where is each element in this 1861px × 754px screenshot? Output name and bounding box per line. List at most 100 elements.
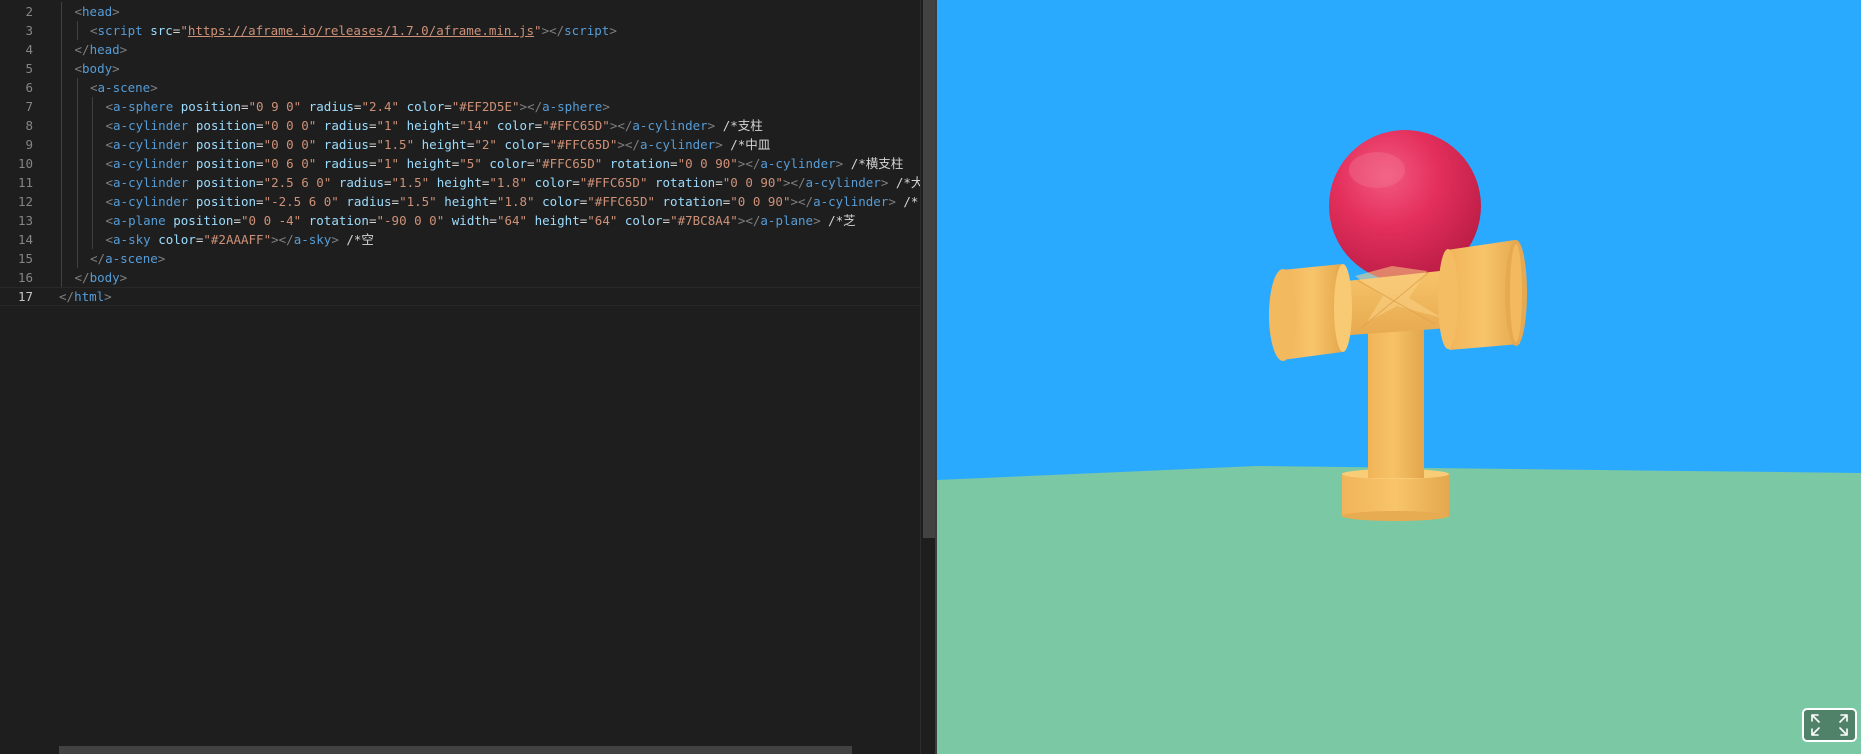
code-token-punc: <: [74, 4, 83, 19]
indent-guide: [61, 154, 62, 173]
indent-guide: [76, 249, 78, 268]
code-token-eq: [188, 194, 196, 209]
line-code[interactable]: </html>: [59, 288, 920, 305]
horizontal-scrollbar[interactable]: [59, 746, 852, 754]
code-line[interactable]: 10 <a-cylinder position="0 6 0" radius="1…: [0, 154, 920, 173]
code-token-tag: a-sky: [113, 232, 151, 247]
indent-guide: [61, 78, 62, 97]
vertical-scrollbar[interactable]: [920, 0, 936, 754]
code-token-str: "1.5": [391, 175, 430, 190]
code-line[interactable]: 5 <body>: [0, 59, 920, 78]
code-token-punc: <: [90, 23, 98, 38]
line-code[interactable]: </a-scene>: [59, 249, 920, 268]
code-lines[interactable]: 1<html>2<head>3<script src="https://afra…: [0, 0, 920, 754]
code-token-eq: =: [670, 156, 678, 171]
fullscreen-button[interactable]: [1802, 708, 1857, 742]
code-token-punc: >: [119, 270, 128, 285]
code-token-attr: position: [173, 213, 234, 228]
code-token-eq: =: [662, 213, 671, 228]
line-code[interactable]: <a-sphere position="0 9 0" radius="2.4" …: [59, 97, 920, 116]
code-line[interactable]: 9 <a-cylinder position="0 0 0" radius="1.…: [0, 135, 920, 154]
line-code[interactable]: <a-cylinder position="0 6 0" radius="1" …: [59, 154, 920, 173]
code-token-tag: a-cylinder: [113, 175, 189, 190]
code-token-attr: radius: [308, 99, 354, 114]
line-code[interactable]: <a-scene>: [59, 78, 920, 97]
indent-guide: [76, 135, 78, 154]
code-token-punc: >: [813, 213, 821, 228]
code-token-attr: color: [542, 194, 580, 209]
code-line[interactable]: 2 <head>: [0, 2, 920, 21]
code-line[interactable]: 16 </body>: [0, 268, 920, 287]
indent-guide: [61, 40, 62, 59]
code-line[interactable]: 14 <a-sky color="#2AAAFF"></a-sky> /*空: [0, 230, 920, 249]
code-line[interactable]: 6 <a-scene>: [0, 78, 920, 97]
code-token-attr: radius: [346, 194, 392, 209]
code-token-tag: a-cylinder: [805, 175, 881, 190]
code-token-eq: [188, 137, 196, 152]
code-token-punc: ></: [271, 232, 294, 247]
code-token-eq: =: [489, 194, 497, 209]
code-token-punc: <: [74, 61, 83, 76]
code-token-attr: height: [444, 194, 490, 209]
code-editor[interactable]: 1<html>2<head>3<script src="https://afra…: [0, 0, 920, 754]
code-line[interactable]: 17 </html>: [0, 287, 920, 306]
line-code[interactable]: <a-cylinder position="0 0 0" radius="1" …: [59, 116, 920, 135]
code-token-eq: [316, 156, 324, 171]
scene-preview[interactable]: [937, 0, 1861, 754]
code-token-eq: [489, 118, 497, 133]
line-code[interactable]: </body>: [59, 268, 920, 287]
code-token-punc: >: [112, 61, 120, 76]
code-token-tag: a-cylinder: [113, 194, 189, 209]
line-code[interactable]: <script src="https://aframe.io/releases/…: [59, 21, 920, 40]
code-token-eq: [188, 156, 196, 171]
code-line[interactable]: 4 </head>: [0, 40, 920, 59]
code-token-punc: <: [105, 118, 114, 133]
code-token-str: "0 6 0": [263, 156, 317, 171]
code-token-eq: [647, 175, 655, 190]
line-code[interactable]: <a-cylinder position="2.5 6 0" radius="1…: [59, 173, 920, 192]
line-number: 17: [17, 289, 33, 304]
code-token-tag: body: [89, 270, 120, 285]
code-token-eq: =: [233, 213, 241, 228]
indent-guide: [76, 21, 78, 40]
code-token-punc: >: [104, 289, 112, 304]
line-number: 5: [25, 61, 33, 76]
code-line[interactable]: 15 </a-scene>: [0, 249, 920, 268]
indent-guide: [92, 97, 93, 116]
code-token-attr: position: [195, 194, 257, 209]
code-token-eq: =: [489, 213, 497, 228]
fullscreen-icon: [1811, 714, 1848, 736]
code-line[interactable]: 13 <a-plane position="0 0 -4" rotation="-…: [0, 211, 920, 230]
code-token-str: "0 9 0": [248, 99, 302, 114]
code-token-tag: a-sky: [293, 232, 332, 247]
vertical-scrollbar-thumb[interactable]: [923, 0, 935, 538]
code-token-tag: html: [74, 289, 105, 304]
code-line[interactable]: 12 <a-cylinder position="-2.5 6 0" radius…: [0, 192, 920, 211]
line-number: 4: [25, 42, 33, 57]
code-token-cmt: /*横支柱: [843, 156, 904, 171]
indent-guide: [61, 268, 62, 287]
code-token-link[interactable]: https://aframe.io/releases/1.7.0/aframe.…: [188, 23, 534, 38]
code-line[interactable]: 7 <a-sphere position="0 9 0" radius="2.4"…: [0, 97, 920, 116]
code-token-str: "-2.5 6 0": [263, 194, 339, 209]
code-token-eq: [429, 175, 437, 190]
code-token-punc: <: [90, 80, 98, 95]
code-token-punc: >: [609, 23, 617, 38]
code-token-str: "1": [376, 156, 400, 171]
code-line[interactable]: 11 <a-cylinder position="2.5 6 0" radius=…: [0, 173, 920, 192]
line-number: 8: [25, 118, 33, 133]
line-code[interactable]: <head>: [59, 2, 920, 21]
scene-canvas[interactable]: [937, 0, 1861, 754]
line-code[interactable]: </head>: [59, 40, 920, 59]
code-token-tag: script: [564, 23, 610, 38]
line-code[interactable]: <a-cylinder position="0 0 0" radius="1.5…: [59, 135, 920, 154]
code-token-attr: position: [195, 175, 257, 190]
code-line[interactable]: 8 <a-cylinder position="0 0 0" radius="1"…: [0, 116, 920, 135]
line-code[interactable]: <body>: [59, 59, 920, 78]
line-code[interactable]: <a-cylinder position="-2.5 6 0" radius="…: [59, 192, 920, 211]
code-token-tag: a-cylinder: [639, 137, 716, 152]
code-line[interactable]: 3 <script src="https://aframe.io/releases…: [0, 21, 920, 40]
line-number: 3: [25, 23, 33, 38]
line-code[interactable]: <a-sky color="#2AAAFF"></a-sky> /*空: [59, 230, 920, 249]
line-code[interactable]: <a-plane position="0 0 -4" rotation="-90…: [59, 211, 920, 230]
